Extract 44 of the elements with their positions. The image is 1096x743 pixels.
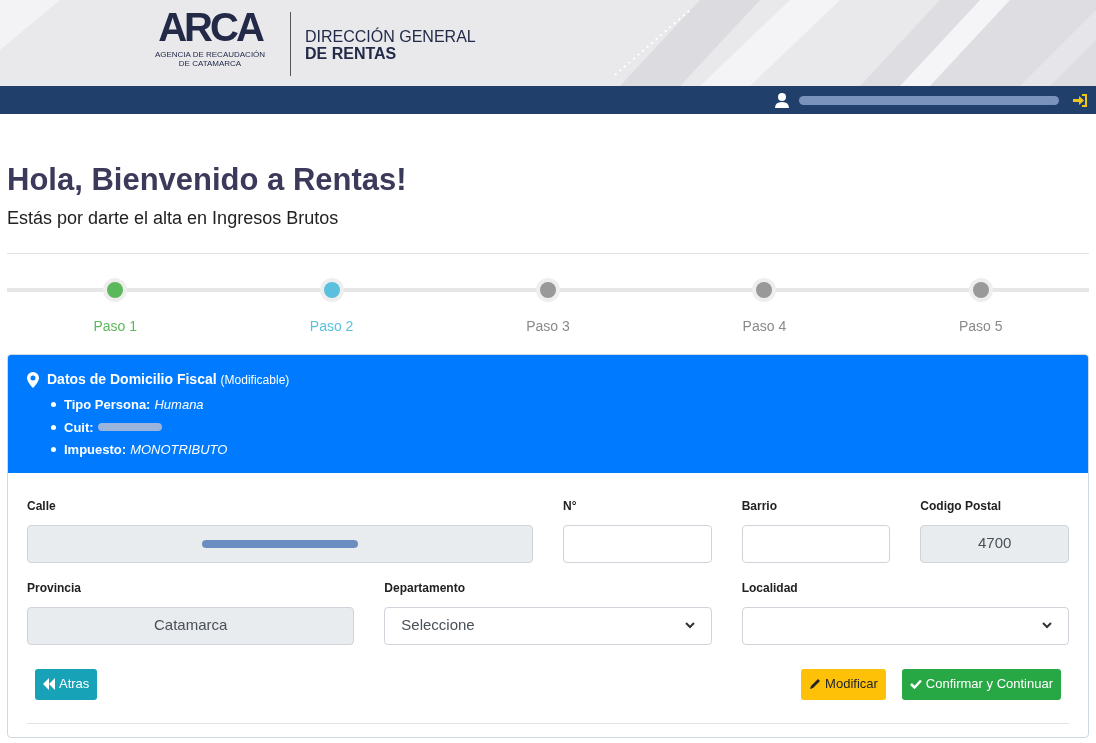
card-note: (Modificable) [220, 371, 290, 389]
map-pin-icon [27, 371, 39, 388]
card-title: Datos de Domicilio Fiscal [47, 370, 217, 389]
field-label: Codigo Postal [920, 497, 1002, 515]
logo-subtitle: DE CATAMARCA [178, 59, 242, 68]
step-tab[interactable]: Paso 3 [526, 316, 570, 337]
field-label: Provincia [27, 579, 83, 597]
sign-in-icon[interactable] [1073, 93, 1088, 107]
field-label: Departamento [384, 579, 466, 597]
user-icon [775, 92, 789, 108]
logo-text: ARCA [158, 4, 262, 50]
page-subheading: Estás por darte el alta en Ingresos Brutos [7, 207, 340, 230]
logo-subtitle: AGENCIA DE RECAUDACIÓN [154, 50, 266, 59]
input-field[interactable] [741, 524, 891, 563]
step-tab[interactable]: Paso 1 [93, 316, 137, 337]
field-label: Calle [27, 497, 57, 515]
back-button[interactable]: Atras [35, 668, 98, 700]
bullet-icon [51, 402, 56, 408]
step-tab[interactable]: Paso 4 [742, 316, 787, 337]
field-label: Barrio [741, 497, 778, 515]
edit-button[interactable]: Modificar [801, 668, 886, 700]
fact-label: Cuit: [64, 418, 94, 437]
select-field[interactable] [741, 606, 1069, 645]
page-heading: Hola, Bienvenido a Rentas! [7, 161, 408, 199]
chevron-down-icon [684, 622, 695, 629]
input-field[interactable] [563, 524, 712, 563]
fact-value: MONOTRIBUTO [130, 441, 228, 459]
pencil-icon [809, 678, 822, 690]
field-label: N° [563, 497, 578, 515]
banner-title: DE RENTAS [305, 45, 398, 62]
step-tab[interactable]: Paso 5 [959, 316, 1003, 337]
bullet-icon [51, 447, 56, 453]
select-field[interactable]: Seleccione [384, 606, 712, 645]
double-left-arrow-icon [43, 678, 55, 690]
fact-label: Impuesto: [64, 441, 127, 459]
step-tab[interactable]: Paso 2 [309, 316, 354, 337]
fact-label: Tipo Persona: [64, 396, 151, 414]
confirm-button[interactable]: Confirmar y Continuar [901, 668, 1061, 700]
bullet-icon [51, 424, 56, 430]
field-label: Localidad [741, 579, 799, 597]
fact-value: Humana [154, 396, 204, 414]
banner-title: DIRECCIÓN GENERAL [305, 28, 476, 45]
chevron-down-icon [1042, 622, 1052, 629]
check-icon [909, 678, 922, 690]
